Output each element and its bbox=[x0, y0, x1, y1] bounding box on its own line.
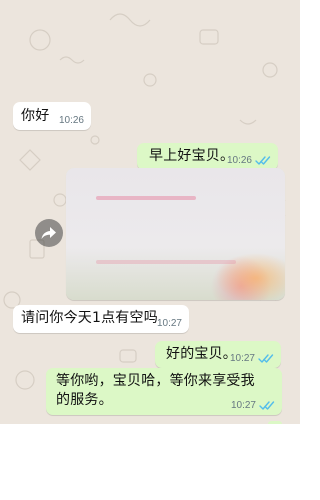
message-meta: 10:26 bbox=[59, 115, 84, 126]
message-time: 10:27 bbox=[230, 400, 256, 411]
incoming-message[interactable]: 你好 10:26 bbox=[13, 102, 91, 130]
double-check-icon bbox=[255, 156, 271, 165]
image-message[interactable] bbox=[66, 168, 285, 300]
double-check-icon bbox=[258, 354, 274, 363]
message-text: 好的宝贝。 bbox=[166, 346, 237, 362]
message-meta: 10:26 bbox=[227, 155, 271, 166]
incoming-message[interactable]: 请问你今天1点有空吗 10:27 bbox=[13, 305, 189, 333]
message-time: 10:27 bbox=[156, 318, 182, 329]
image-blur-detail bbox=[96, 260, 236, 264]
message-text: 请问你今天1点有空吗 bbox=[21, 310, 158, 326]
forward-arrow-icon bbox=[41, 227, 56, 239]
message-text: 等你哟，宝贝哈，等你来享受我的服务。 bbox=[56, 373, 255, 408]
image-blur-detail bbox=[96, 196, 196, 200]
outgoing-message[interactable]: 好的宝贝。 10:27 bbox=[155, 341, 281, 368]
message-time: 10:26 bbox=[226, 155, 252, 166]
double-check-icon bbox=[259, 401, 275, 410]
partial-message-bubble bbox=[268, 421, 282, 424]
message-meta: 10:27 bbox=[231, 400, 275, 411]
outgoing-message[interactable]: 早上好宝贝。 10:26 bbox=[137, 143, 278, 170]
blurred-image bbox=[66, 168, 285, 300]
message-meta: 10:27 bbox=[230, 353, 274, 364]
outgoing-message[interactable]: 等你哟，宝贝哈，等你来享受我的服务。 10:27 bbox=[46, 368, 282, 415]
chat-area[interactable]: 你好 10:26 早上好宝贝。 10:26 请问你今天1点有空吗 10:27 好… bbox=[0, 0, 300, 424]
message-meta: 10:27 bbox=[157, 318, 182, 329]
message-time: 10:27 bbox=[229, 353, 255, 364]
message-text: 你好 bbox=[21, 108, 50, 124]
message-text: 早上好宝贝。 bbox=[149, 148, 235, 164]
message-time: 10:26 bbox=[58, 115, 84, 126]
forward-button[interactable] bbox=[35, 219, 63, 247]
